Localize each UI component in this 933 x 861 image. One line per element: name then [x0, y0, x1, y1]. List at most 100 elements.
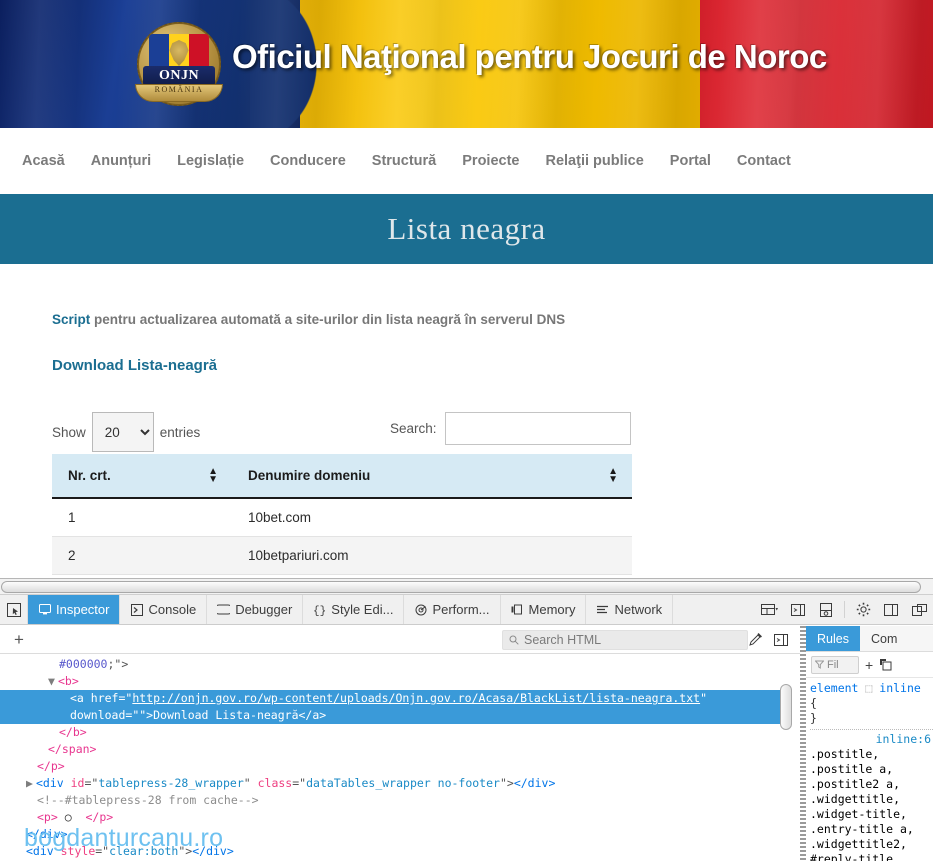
- element-picker-icon[interactable]: [0, 595, 28, 624]
- rules-filter-placeholder: Fil: [827, 658, 839, 671]
- markup-line[interactable]: </p>: [0, 758, 792, 775]
- onjn-crest-logo[interactable]: ONJN ROMÂNIA: [129, 22, 229, 110]
- main-navigation: Acasă Anunțuri Legislație Conducere Stru…: [0, 128, 933, 194]
- datatable-length-control: Show 20 entries: [52, 412, 200, 452]
- download-blacklist-link[interactable]: Download Lista-neagră: [52, 357, 217, 374]
- nav-item-proiecte[interactable]: Proiecte: [462, 153, 519, 169]
- tab-computed[interactable]: Com: [860, 626, 908, 651]
- markup-toolbar: + Search HTML: [0, 626, 806, 654]
- cell-nr: 2: [52, 536, 232, 575]
- table-row[interactable]: 2 10betpariuri.com: [52, 536, 632, 575]
- nav-item-structura[interactable]: Structură: [372, 153, 436, 169]
- scrollbar-thumb[interactable]: [1, 581, 921, 593]
- column-header-nr-crt-label: Nr. crt.: [68, 468, 111, 483]
- column-header-denumire-domeniu[interactable]: Denumire domeniu ▲ ▼: [232, 454, 632, 499]
- crest-country-label: ROMÂNIA: [154, 85, 204, 94]
- web-page-viewport: ONJN ROMÂNIA Oficiul Naţional pentru Joc…: [0, 0, 933, 578]
- page-content: Script pentru actualizarea automată a si…: [0, 264, 933, 575]
- column-header-nr-crt[interactable]: Nr. crt. ▲ ▼: [52, 454, 232, 499]
- table-header-row: Nr. crt. ▲ ▼ Denumire domeniu ▲ ▼: [52, 454, 632, 499]
- tab-debugger[interactable]: Debugger: [207, 595, 304, 624]
- sort-updown-icon: ▲ ▼: [208, 465, 218, 485]
- datatable-filter-control: Search:: [390, 412, 631, 445]
- rules-element-header: element ⬚ inline: [810, 681, 921, 695]
- rules-selector: .postitle2 a,: [810, 777, 901, 791]
- banner-title: Oficiul Naţional pentru Jocuri de Noroc: [232, 38, 827, 75]
- markup-line-selected[interactable]: download="">Download Lista-neagră</a>: [0, 707, 792, 724]
- nav-item-contact[interactable]: Contact: [737, 153, 791, 169]
- split-view-icon[interactable]: [774, 633, 800, 647]
- responsive-design-mode-icon[interactable]: [756, 595, 784, 624]
- tab-style-editor[interactable]: {} Style Edi...: [303, 595, 405, 624]
- tab-console[interactable]: Console: [120, 595, 208, 624]
- nav-item-portal[interactable]: Portal: [670, 153, 711, 169]
- markup-line[interactable]: ▶ <div id="tablepress-28_wrapper" class=…: [0, 775, 792, 792]
- debugger-icon: [217, 603, 231, 616]
- markup-line-selected[interactable]: <a href="http://onjn.gov.ro/wp-content/u…: [0, 690, 792, 707]
- cell-domain: 10bet.com: [232, 498, 632, 537]
- screenshot-icon[interactable]: [812, 595, 840, 624]
- rules-divider: [810, 729, 933, 730]
- rules-css-list[interactable]: element ⬚ inline{} inline:6 .postitle, .pos…: [806, 678, 933, 861]
- markup-code-lines[interactable]: #000000;"> ▼ <b> <a href="http://onjn.gov.…: [0, 654, 792, 861]
- tab-performance-label: Perform...: [432, 602, 490, 617]
- rules-selector: .postitle,: [810, 747, 880, 761]
- scrollbar-thumb[interactable]: [780, 684, 792, 730]
- lead-paragraph: Script pentru actualizarea automată a si…: [52, 312, 933, 327]
- rules-source-link: inline:6: [875, 732, 931, 746]
- toolbar-divider: [844, 601, 845, 618]
- search-icon: [509, 635, 519, 645]
- tab-inspector[interactable]: Inspector: [28, 595, 121, 624]
- nav-item-legislatie[interactable]: Legislație: [177, 153, 244, 169]
- page-hero-banner: Lista neagra: [0, 194, 933, 264]
- table-row[interactable]: 1 10bet.com: [52, 498, 632, 537]
- nav-item-acasa[interactable]: Acasă: [22, 153, 65, 169]
- tab-rules[interactable]: Rules: [806, 626, 860, 651]
- tab-memory[interactable]: Memory: [501, 595, 587, 624]
- settings-gear-icon[interactable]: [849, 595, 877, 624]
- page-horizontal-scrollbar[interactable]: [0, 579, 933, 595]
- rules-filter-input[interactable]: Fil: [811, 655, 859, 674]
- rules-selector: .entry-title a,: [810, 822, 914, 836]
- cell-nr: 1: [52, 498, 232, 537]
- memory-icon: [511, 603, 524, 616]
- rules-sidebar-pane: Rules Com Fil + element ⬚ inline{} inline…: [806, 626, 933, 861]
- rules-toolbar: Fil +: [806, 652, 933, 678]
- nav-item-relatii-publice[interactable]: Relaţii publice: [545, 153, 643, 169]
- markup-line[interactable]: <!--#tablepress-28 from cache-->: [0, 792, 792, 809]
- table-body: 1 10bet.com 2 10betpariuri.com: [52, 498, 632, 575]
- split-console-icon[interactable]: [784, 595, 812, 624]
- plus-icon[interactable]: +: [6, 630, 32, 650]
- rules-tabbar: Rules Com: [806, 626, 933, 652]
- dock-separate-window-icon[interactable]: [905, 595, 933, 624]
- rules-close-brace: }: [810, 711, 817, 725]
- rules-selector: .widgettitle,: [810, 792, 901, 806]
- html-search-box[interactable]: Search HTML: [502, 629, 748, 650]
- pseudo-class-icon[interactable]: [879, 658, 892, 671]
- markup-line[interactable]: </b>: [0, 724, 792, 741]
- nav-item-conducere[interactable]: Conducere: [270, 153, 346, 169]
- column-header-denumire-domeniu-label: Denumire domeniu: [248, 468, 371, 483]
- filter-icon: [815, 660, 824, 669]
- markup-line[interactable]: ▼ <b>: [0, 673, 792, 690]
- table-head: Nr. crt. ▲ ▼ Denumire domeniu ▲ ▼: [52, 454, 632, 499]
- eyedropper-icon[interactable]: [748, 632, 774, 647]
- plus-icon[interactable]: +: [865, 657, 873, 673]
- markup-vertical-scrollbar[interactable]: [780, 656, 792, 859]
- console-icon: [130, 603, 143, 616]
- markup-line[interactable]: </span>: [0, 741, 792, 758]
- blacklist-table: Nr. crt. ▲ ▼ Denumire domeniu ▲ ▼ 1 10bet.…: [52, 454, 632, 575]
- crest-acronym: ONJN: [158, 68, 200, 83]
- entries-per-page-select[interactable]: 20: [91, 412, 154, 452]
- nav-item-anunturi[interactable]: Anunțuri: [91, 153, 151, 169]
- script-link[interactable]: Script: [52, 312, 90, 327]
- markup-line[interactable]: <p> ○ </p>: [0, 809, 792, 826]
- tab-network[interactable]: Network: [586, 595, 674, 624]
- tab-performance[interactable]: Perform...: [404, 595, 501, 624]
- markup-line[interactable]: </div>: [0, 826, 792, 843]
- markup-line[interactable]: #000000;">: [0, 656, 792, 673]
- table-search-input[interactable]: [444, 412, 631, 445]
- markup-line[interactable]: <div style="clear:both"></div>: [0, 843, 792, 860]
- rules-open-brace: {: [810, 696, 817, 710]
- dock-side-icon[interactable]: [877, 595, 905, 624]
